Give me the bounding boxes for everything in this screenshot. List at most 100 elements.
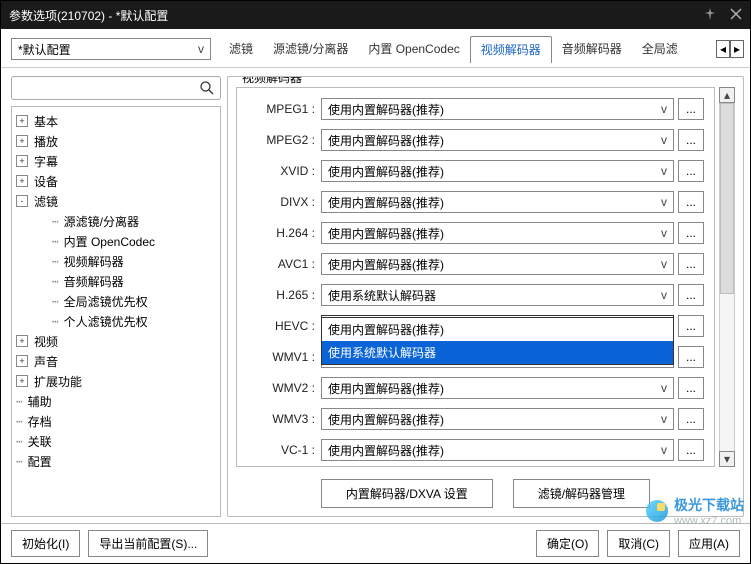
combo-mpeg2[interactable]: 使用内置解码器(推荐)v bbox=[321, 129, 674, 151]
tree-children-filter: ⋯源滤镜/分离器 ⋯内置 OpenCodec ⋯视频解码器 ⋯音频解码器 ⋯全局… bbox=[44, 211, 216, 331]
tree-node-opencodec[interactable]: ⋯内置 OpenCodec bbox=[44, 231, 216, 251]
decoder-list: MPEG1 :使用内置解码器(推荐)v... MPEG2 :使用内置解码器(推荐… bbox=[236, 87, 715, 467]
chevron-down-icon: v bbox=[661, 164, 667, 178]
search-icon[interactable] bbox=[199, 80, 215, 99]
close-icon[interactable] bbox=[730, 8, 742, 23]
more-button[interactable]: ... bbox=[678, 253, 704, 275]
expand-icon[interactable]: + bbox=[16, 115, 28, 127]
combo-mpeg1[interactable]: 使用内置解码器(推荐)v bbox=[321, 98, 674, 120]
combo-xvid[interactable]: 使用内置解码器(推荐)v bbox=[321, 160, 674, 182]
expand-icon[interactable]: + bbox=[16, 155, 28, 167]
scroll-down-icon[interactable]: ▾ bbox=[719, 451, 735, 467]
tree-node-audio-decoder[interactable]: ⋯音频解码器 bbox=[44, 271, 216, 291]
pin-icon[interactable] bbox=[704, 8, 716, 23]
tree-node-personal-filter[interactable]: ⋯个人滤镜优先权 bbox=[44, 311, 216, 331]
more-button[interactable]: ... bbox=[678, 98, 704, 120]
more-button[interactable]: ... bbox=[678, 439, 704, 461]
more-button[interactable]: ... bbox=[678, 346, 704, 368]
row-divx: DIVX :使用内置解码器(推荐)v... bbox=[247, 191, 704, 213]
more-button[interactable]: ... bbox=[678, 408, 704, 430]
row-mpeg1: MPEG1 :使用内置解码器(推荐)v... bbox=[247, 98, 704, 120]
tree-node-video[interactable]: +视频 bbox=[16, 331, 216, 351]
tree-node-video-decoder[interactable]: ⋯视频解码器 bbox=[44, 251, 216, 271]
expand-icon[interactable]: + bbox=[16, 135, 28, 147]
chevron-down-icon: v bbox=[198, 42, 204, 56]
more-button[interactable]: ... bbox=[678, 284, 704, 306]
more-button[interactable]: ... bbox=[678, 315, 704, 337]
chevron-down-icon: v bbox=[661, 443, 667, 457]
chevron-down-icon: v bbox=[661, 102, 667, 116]
combo-avc1[interactable]: 使用内置解码器(推荐)v bbox=[321, 253, 674, 275]
label: WMV2 : bbox=[247, 381, 315, 395]
tree-node-archive[interactable]: ⋯存档 bbox=[16, 411, 216, 431]
tree-line-icon: ⋯ bbox=[52, 315, 60, 328]
expand-icon[interactable]: + bbox=[16, 375, 28, 387]
search-wrap bbox=[11, 76, 221, 100]
window-controls bbox=[704, 8, 742, 23]
collapse-icon[interactable]: - bbox=[16, 195, 28, 207]
expand-icon[interactable]: + bbox=[16, 355, 28, 367]
tab-scroll-right[interactable]: ▸ bbox=[730, 40, 744, 58]
more-button[interactable]: ... bbox=[678, 222, 704, 244]
label: WMV3 : bbox=[247, 412, 315, 426]
tree-node-filter[interactable]: -滤镜 bbox=[16, 191, 216, 211]
export-button[interactable]: 导出当前配置(S)... bbox=[88, 530, 208, 557]
dropdown-option-builtin[interactable]: 使用内置解码器(推荐) bbox=[322, 318, 673, 341]
dxva-settings-button[interactable]: 内置解码器/DXVA 设置 bbox=[321, 479, 493, 508]
row-wmv2: WMV2 : 使用内置解码器(推荐)v... bbox=[247, 377, 704, 399]
combo-h264[interactable]: 使用内置解码器(推荐)v bbox=[321, 222, 674, 244]
combo-wmv2[interactable]: 使用内置解码器(推荐)v bbox=[321, 377, 674, 399]
tab-filter[interactable]: 滤镜 bbox=[219, 36, 263, 63]
tree-node-assist[interactable]: ⋯辅助 bbox=[16, 391, 216, 411]
scroll-up-icon[interactable]: ▴ bbox=[719, 87, 735, 103]
scroll-thumb[interactable] bbox=[720, 103, 734, 294]
scroll-track[interactable] bbox=[719, 103, 735, 451]
combo-wmv3[interactable]: 使用内置解码器(推荐)v bbox=[321, 408, 674, 430]
ok-button[interactable]: 确定(O) bbox=[536, 530, 599, 557]
tree-node-ext[interactable]: +扩展功能 bbox=[16, 371, 216, 391]
tab-video-decoder[interactable]: 视频解码器 bbox=[470, 36, 552, 63]
chevron-down-icon: v bbox=[661, 381, 667, 395]
title-bar: 参数选项(210702) - *默认配置 bbox=[1, 1, 750, 29]
tree-node-config[interactable]: ⋯配置 bbox=[16, 451, 216, 471]
expand-icon[interactable]: + bbox=[16, 175, 28, 187]
tree-node-device[interactable]: +设备 bbox=[16, 171, 216, 191]
profile-select[interactable]: *默认配置 v bbox=[11, 38, 211, 60]
right-column: 视频解码器 MPEG1 :使用内置解码器(推荐)v... MPEG2 :使用内置… bbox=[227, 76, 744, 517]
tab-audio-decoder[interactable]: 音频解码器 bbox=[552, 36, 632, 63]
apply-button[interactable]: 应用(A) bbox=[678, 530, 740, 557]
tree-node-global-filter[interactable]: ⋯全局滤镜优先权 bbox=[44, 291, 216, 311]
combo-dropdown[interactable]: 使用内置解码器(推荐) 使用系统默认解码器 bbox=[321, 317, 674, 365]
filter-manage-button[interactable]: 滤镜/解码器管理 bbox=[513, 479, 650, 508]
combo-h265[interactable]: 使用系统默认解码器v bbox=[321, 284, 674, 306]
more-button[interactable]: ... bbox=[678, 191, 704, 213]
tab-opencodec[interactable]: 内置 OpenCodec bbox=[358, 36, 469, 63]
tree-node-basic[interactable]: +基本 bbox=[16, 111, 216, 131]
tab-source-filter[interactable]: 源滤镜/分离器 bbox=[263, 36, 358, 63]
search-input[interactable] bbox=[11, 76, 221, 100]
combo-divx[interactable]: 使用内置解码器(推荐)v bbox=[321, 191, 674, 213]
tab-scroll-left[interactable]: ◂ bbox=[716, 40, 730, 58]
combo-vc1[interactable]: 使用内置解码器(推荐)v bbox=[321, 439, 674, 461]
cancel-button[interactable]: 取消(C) bbox=[607, 530, 670, 557]
tree-line-icon: ⋯ bbox=[16, 435, 24, 448]
expand-icon[interactable]: + bbox=[16, 335, 28, 347]
tree-node-assoc[interactable]: ⋯关联 bbox=[16, 431, 216, 451]
nav-tree[interactable]: +基本 +播放 +字幕 +设备 -滤镜 ⋯源滤镜/分离器 ⋯内置 OpenCod… bbox=[11, 106, 221, 517]
tree-node-play[interactable]: +播放 bbox=[16, 131, 216, 151]
more-button[interactable]: ... bbox=[678, 377, 704, 399]
label: H.264 : bbox=[247, 226, 315, 240]
scrollbar[interactable]: ▴ ▾ bbox=[719, 87, 735, 467]
tree-line-icon: ⋯ bbox=[16, 455, 24, 468]
more-button[interactable]: ... bbox=[678, 160, 704, 182]
bottom-buttons: 内置解码器/DXVA 设置 滤镜/解码器管理 bbox=[236, 479, 735, 508]
row-wmv3: WMV3 : 使用内置解码器(推荐)v... bbox=[247, 408, 704, 430]
more-button[interactable]: ... bbox=[678, 129, 704, 151]
init-button[interactable]: 初始化(I) bbox=[11, 530, 80, 557]
tree-node-source-filter[interactable]: ⋯源滤镜/分离器 bbox=[44, 211, 216, 231]
tab-global[interactable]: 全局滤 bbox=[632, 36, 688, 63]
label: AVC1 : bbox=[247, 257, 315, 271]
dropdown-option-system[interactable]: 使用系统默认解码器 bbox=[322, 341, 673, 364]
tree-node-subtitle[interactable]: +字幕 bbox=[16, 151, 216, 171]
tree-node-sound[interactable]: +声音 bbox=[16, 351, 216, 371]
